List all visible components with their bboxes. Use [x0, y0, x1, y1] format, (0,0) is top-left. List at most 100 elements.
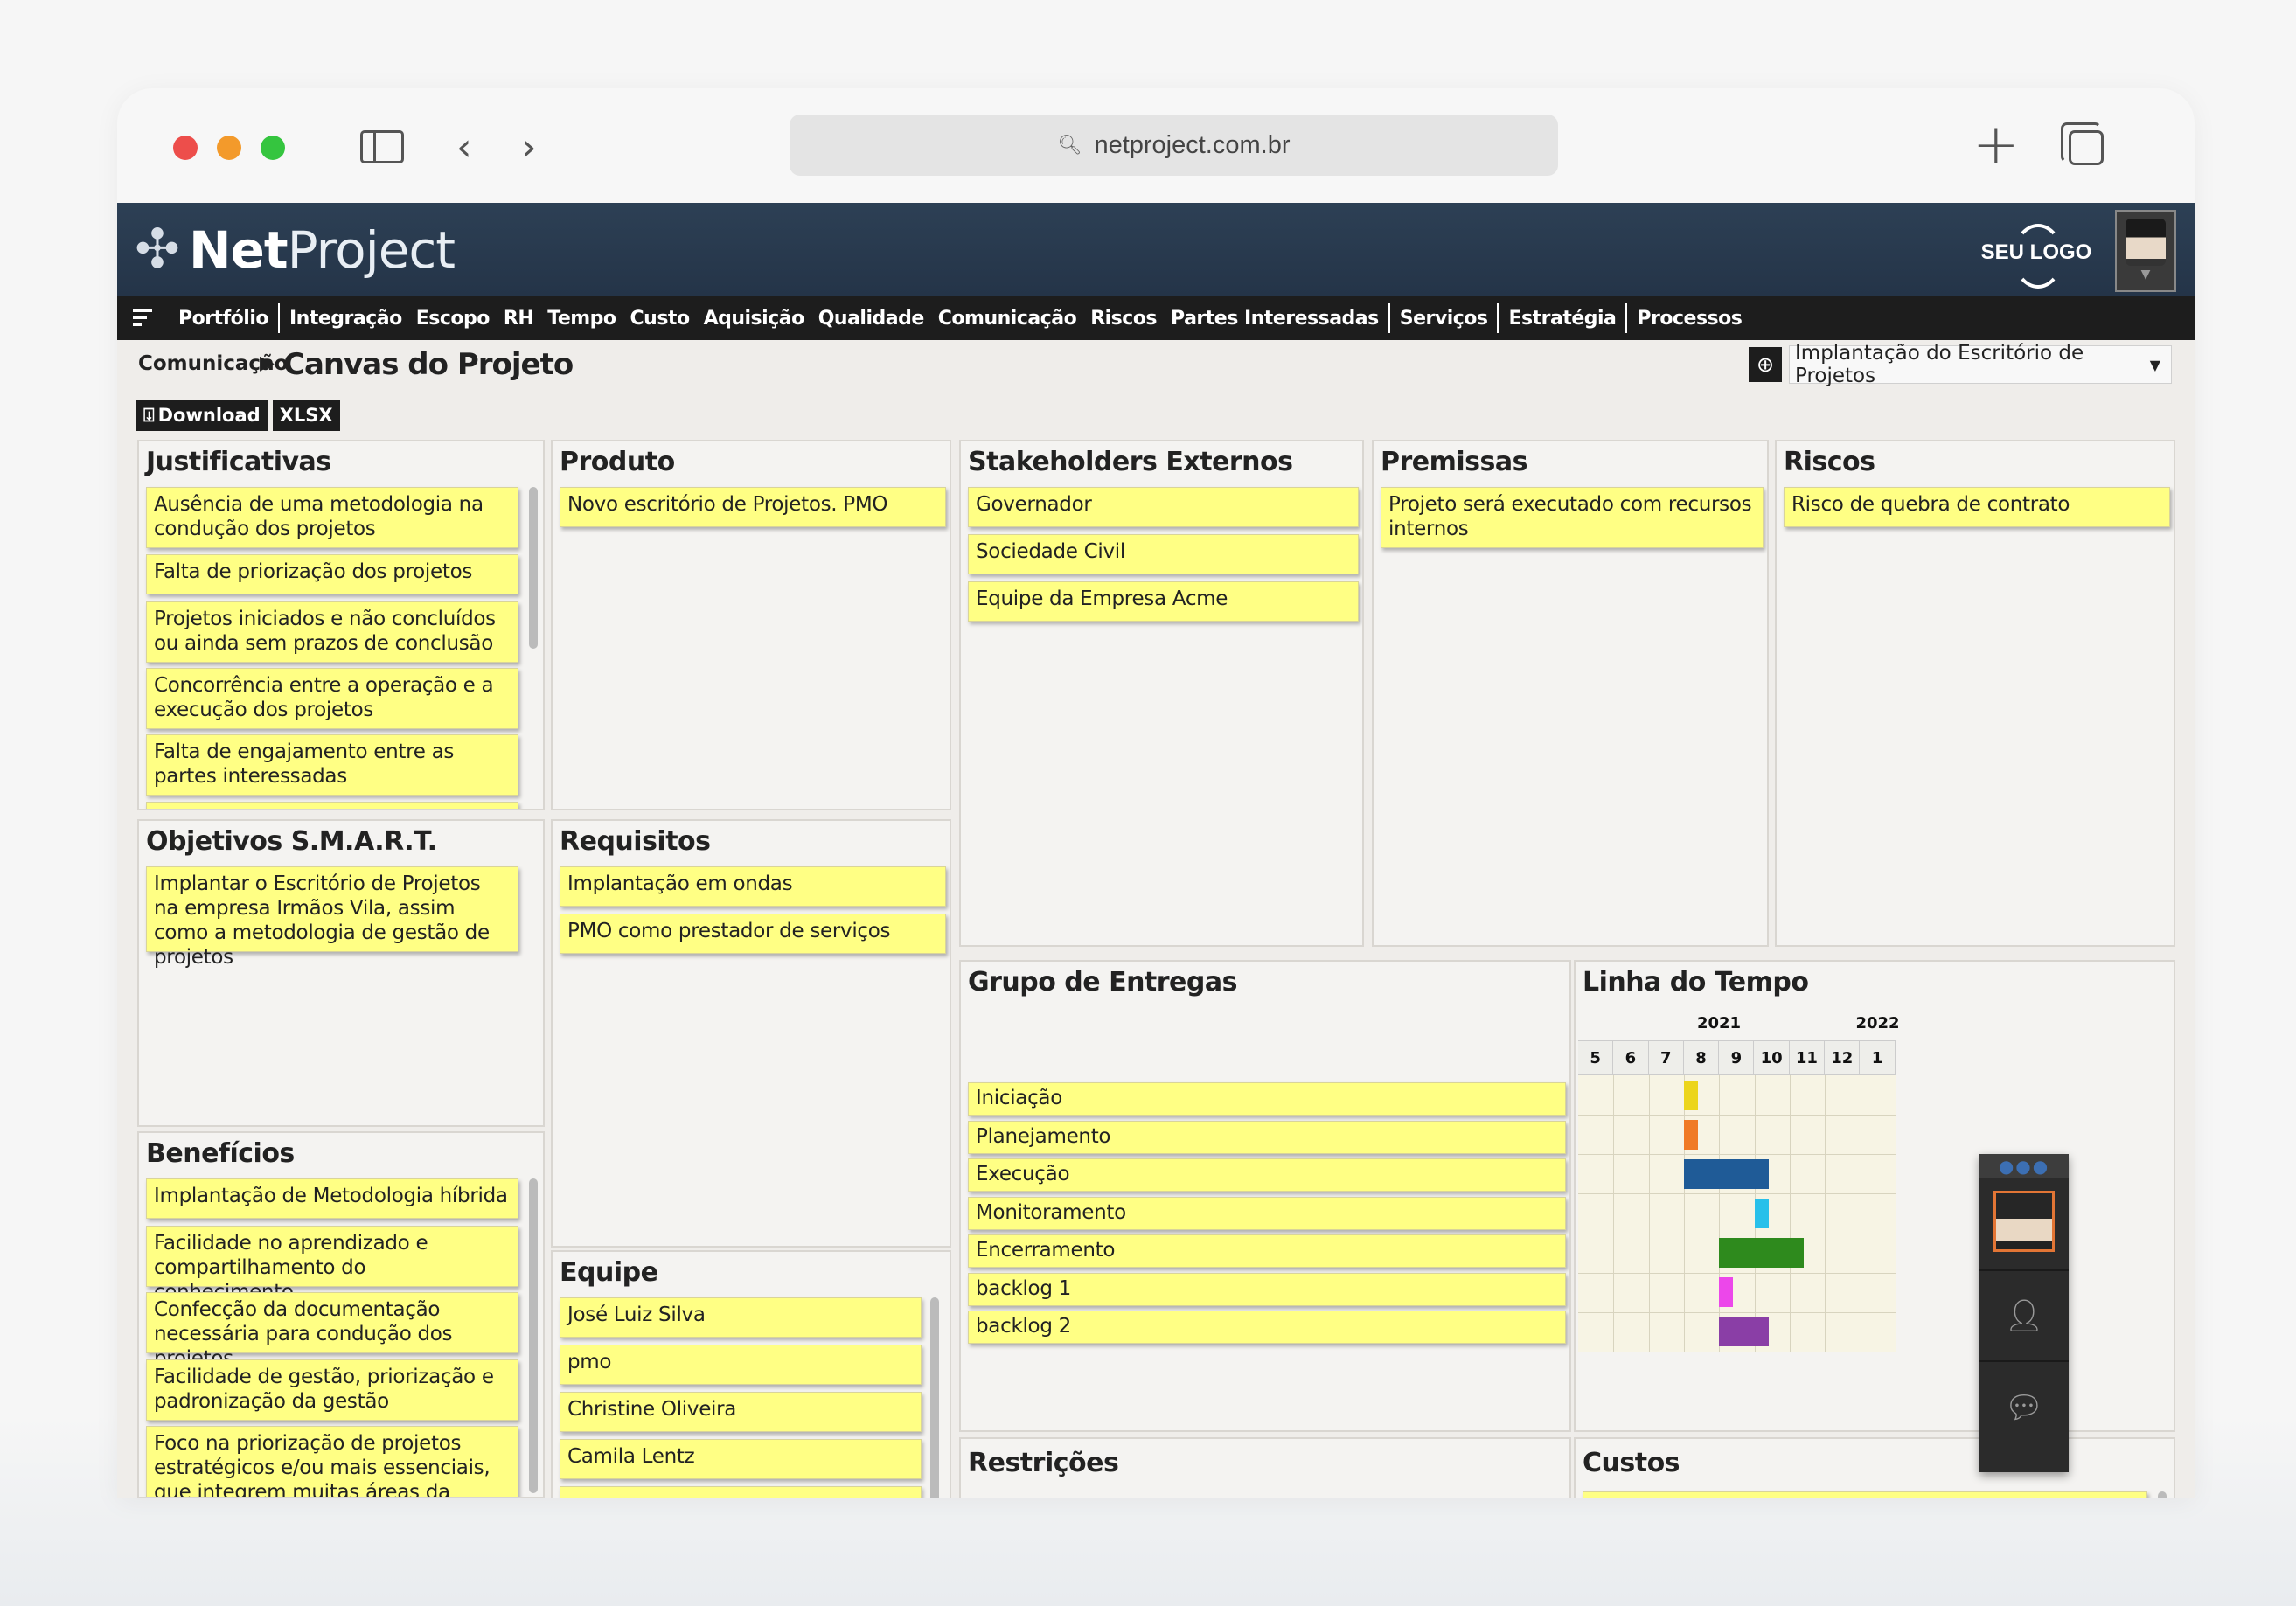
note-card[interactable]: Ausência de uma metodologia na condução … — [146, 487, 518, 548]
menu-divider — [1388, 303, 1390, 333]
panel-title: Equipe — [560, 1257, 658, 1288]
netproject-app: NetProject SEU LOGO ▼ Portfólio Integraç… — [117, 203, 2195, 1498]
menu-item-comunicacao[interactable]: Comunicação — [931, 308, 1083, 330]
menu-item-portfolio[interactable]: Portfólio — [171, 308, 275, 330]
menu-item-riscos[interactable]: Riscos — [1083, 308, 1164, 330]
menu-item-rh[interactable]: RH — [497, 308, 540, 330]
note-card[interactable]: Planejamento — [968, 1121, 1566, 1154]
project-target-icon[interactable]: ⊕ — [1749, 347, 1782, 382]
note-card[interactable]: PMO como prestador de serviços — [560, 914, 946, 954]
xlsx-button[interactable]: XLSX — [272, 400, 340, 431]
note-card[interactable]: Execução — [968, 1158, 1566, 1192]
menu-item-partes-interessadas[interactable]: Partes Interessadas — [1164, 308, 1386, 330]
note-card[interactable]: Implantar o Escritório de Projetos na em… — [146, 866, 518, 969]
menu-item-qualidade[interactable]: Qualidade — [811, 308, 931, 330]
user-avatar[interactable]: ▼ — [2115, 210, 2176, 292]
panel-title: Produto — [560, 447, 675, 477]
note-card[interactable]: Governador — [968, 487, 1359, 527]
menu-item-estrategia[interactable]: Estratégia — [1501, 308, 1623, 330]
gantt-bar[interactable] — [1719, 1238, 1805, 1269]
scrollbar[interactable] — [529, 1178, 538, 1493]
note-card[interactable]: Risco de quebra de contrato — [1784, 487, 2170, 527]
gantt-gridline — [1613, 1075, 1615, 1352]
note-card[interactable]: Encerramento — [968, 1234, 1566, 1268]
menu-item-integracao[interactable]: Integração — [282, 308, 409, 330]
menu-item-escopo[interactable]: Escopo — [409, 308, 497, 330]
scrollbar[interactable] — [529, 487, 538, 649]
widget-avatar[interactable] — [1993, 1191, 2055, 1252]
note-card[interactable]: Facilidade de gestão, priorização e padr… — [146, 1359, 518, 1421]
gantt-bar[interactable] — [1684, 1119, 1699, 1150]
netproject-logo[interactable]: NetProject — [135, 217, 456, 281]
gantt-bar[interactable] — [1754, 1199, 1769, 1228]
panel-title: Objetivos S.M.A.R.T. — [146, 826, 437, 857]
close-window-button[interactable] — [173, 136, 198, 160]
widget-drag-handle-icon[interactable]: ●●● — [1979, 1154, 2069, 1178]
note-card[interactable]: Projetos iniciados e não concluídos ou a… — [146, 601, 518, 663]
note-card[interactable]: Falta de priorização dos projetos — [146, 554, 518, 594]
note-card[interactable]: Sociedade Civil — [968, 534, 1359, 574]
panel-premissas: Premissas Projeto será executado com rec… — [1372, 440, 1769, 947]
note-card[interactable]: backlog 1 — [968, 1273, 1566, 1306]
new-tab-icon[interactable]: + — [1972, 113, 2020, 177]
note-card[interactable]: Christine Oliveira — [560, 1392, 922, 1432]
menu-item-tempo[interactable]: Tempo — [540, 308, 623, 330]
scrollbar[interactable] — [2158, 1491, 2167, 1498]
gantt-gridline — [1578, 1311, 1896, 1313]
avatar-image — [2126, 219, 2166, 266]
brand-logo: SEU LOGO — [1979, 224, 2093, 289]
note-card[interactable]: Monitoramento — [968, 1197, 1566, 1230]
note-card[interactable] — [146, 802, 518, 809]
back-icon[interactable]: ‹ — [456, 125, 472, 170]
gantt-bar[interactable] — [1684, 1080, 1699, 1110]
note-card[interactable]: pmo — [560, 1345, 922, 1385]
gantt-bar[interactable] — [1719, 1277, 1734, 1308]
add-user-icon[interactable]: 👤︎ — [1979, 1271, 2069, 1362]
menu-item-servicos[interactable]: Serviços — [1393, 308, 1495, 330]
forward-icon[interactable]: › — [521, 125, 537, 170]
note-card[interactable]: Novo escritório de Projetos. PMO — [560, 487, 946, 527]
panel-beneficios: Benefícios Implantação de Metodologia hí… — [137, 1131, 545, 1498]
note-card[interactable]: Camila Lentz — [560, 1439, 922, 1479]
gantt-gridline — [1578, 1115, 1896, 1116]
scrollbar[interactable] — [930, 1297, 939, 1498]
gantt-bar[interactable] — [1719, 1317, 1769, 1347]
note-card[interactable]: Foco na priorização de projetos estratég… — [146, 1426, 518, 1497]
note-card[interactable]: Implantação em ondas — [560, 866, 946, 907]
note-card[interactable] — [560, 1486, 922, 1498]
menu-item-aquisicao[interactable]: Aquisição — [697, 308, 811, 330]
gantt-gridline — [1790, 1075, 1791, 1352]
note-card[interactable]: Facilidade no aprendizado e compartilham… — [146, 1226, 518, 1304]
download-button[interactable]: ⍗ Download — [136, 400, 268, 431]
note-card[interactable]: Confecção da documentação necessária par… — [146, 1292, 518, 1370]
panel-title: Riscos — [1784, 447, 1875, 477]
minimize-window-button[interactable] — [217, 136, 241, 160]
panel-justificativas: Justificativas Ausência de uma metodolog… — [137, 440, 545, 810]
app-header: NetProject SEU LOGO ▼ — [117, 203, 2195, 296]
note-card[interactable]: Iniciação — [968, 1082, 1566, 1116]
note-card[interactable]: Concorrência entre a operação e a execuç… — [146, 668, 518, 729]
note-card[interactable]: Implantação de Metodologia híbrida — [146, 1178, 518, 1219]
sidebar-toggle-icon[interactable] — [360, 130, 404, 163]
maximize-window-button[interactable] — [261, 136, 285, 160]
menu-item-processos[interactable]: Processos — [1630, 308, 1749, 330]
gantt-bar[interactable] — [1684, 1158, 1769, 1189]
logo-net-text: Net — [189, 220, 289, 280]
project-select[interactable]: Implantação do Escritório de Projetos ▼ — [1789, 342, 2172, 387]
note-card[interactable] — [1583, 1491, 2147, 1498]
tabs-overview-icon[interactable] — [2061, 122, 2104, 165]
chevron-down-icon: ▼ — [2149, 356, 2160, 373]
note-card[interactable]: Equipe da Empresa Acme — [968, 581, 1359, 622]
panel-title: Custos — [1583, 1448, 1680, 1478]
address-bar[interactable]: 🔍︎ netproject.com.br — [790, 115, 1558, 176]
note-card[interactable]: backlog 2 — [968, 1311, 1566, 1344]
note-card[interactable]: Projeto será executado com recursos inte… — [1381, 487, 1764, 548]
note-card[interactable]: José Luiz Silva — [560, 1297, 922, 1338]
panel-grupo-de-entregas: Grupo de Entregas Iniciação Planejamento… — [959, 960, 1571, 1432]
note-card[interactable]: Falta de engajamento entre as partes int… — [146, 734, 518, 796]
menu-item-custo[interactable]: Custo — [623, 308, 697, 330]
gantt-gridline — [1578, 1193, 1896, 1195]
chat-bubble-icon[interactable]: 💬︎ — [1979, 1362, 2069, 1453]
menu-icon[interactable] — [133, 309, 152, 328]
chevron-down-icon: ▼ — [2140, 268, 2151, 282]
